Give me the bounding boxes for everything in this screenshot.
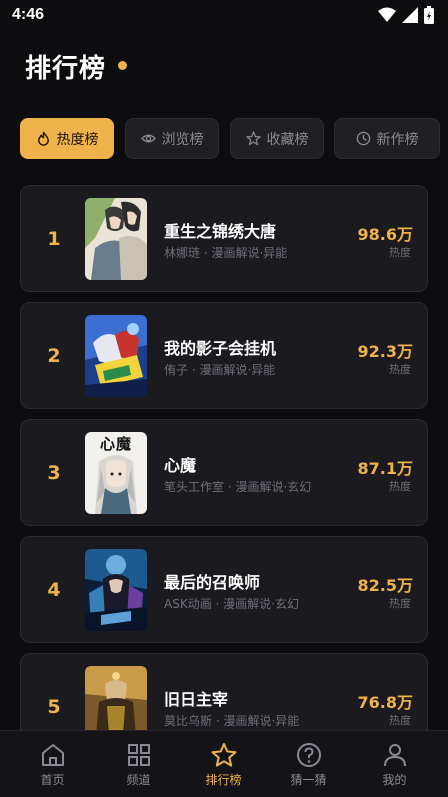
star-icon [245,131,261,146]
comic-meta: 林娜琏 · 漫画解说·异能 [164,246,288,260]
tab-hot[interactable]: 热度榜 [20,118,114,159]
rank-number: 1 [47,228,61,250]
cover-image: 心魔 [85,432,147,514]
heat-value: 98.6万 [357,225,413,244]
comic-title: 最后的召唤师 [164,573,261,592]
comic-meta: ASK动画 · 漫画解说·玄幻 [164,597,299,611]
nav-label: 猜一猜 [290,772,327,787]
status-time: 4:46 [12,6,45,23]
tab-label: 新作榜 [376,131,419,148]
heat-value: 87.1万 [357,459,413,478]
tab-label: 热度榜 [56,131,99,148]
comic-title: 心魔 [164,456,197,475]
clock-icon [356,131,370,146]
rank-number: 5 [47,696,61,718]
bottom-navigation: 首页 频道 排行榜 猜一猜 我的 [0,730,448,797]
cover-image [85,549,147,631]
tab-label: 收藏榜 [266,131,309,148]
ranking-item[interactable]: 2 我的影子会挂机 侑子 · 漫画解说·异能 92.3万 热度 [20,302,428,409]
home-icon [41,743,64,766]
ranking-item[interactable]: 4 最后的召唤师 ASK动画 · 漫画解说·玄幻 82.5万 热度 [20,536,428,643]
rank-number: 4 [47,579,61,601]
tab-label: 浏览榜 [161,131,204,148]
tab-favorites[interactable]: 收藏榜 [230,118,324,159]
heat-value: 76.8万 [357,693,413,712]
nav-label: 我的 [382,772,407,787]
comic-meta: 侑子 · 漫画解说·异能 [164,363,276,377]
question-icon [296,742,321,767]
page-title: 排行榜 [25,54,107,84]
user-icon [383,743,406,766]
nav-home[interactable]: 首页 [8,731,97,797]
tab-views[interactable]: 浏览榜 [125,118,219,159]
nav-mine[interactable]: 我的 [350,731,439,797]
nav-label: 首页 [40,772,65,787]
nav-label: 频道 [126,772,151,787]
heat-label: 热度 [389,597,411,610]
cover-title-text: 心魔 [99,435,132,453]
ranking-item[interactable]: 3 心魔 心魔 笔头工作室 · 漫画解说·玄幻 87.1万 热度 [20,419,428,526]
cover-image [85,315,147,397]
heat-value: 92.3万 [357,342,413,361]
heat-label: 热度 [389,363,411,376]
comic-meta: 笔头工作室 · 漫画解说·玄幻 [164,480,312,494]
nav-ranking[interactable]: 排行榜 [179,731,268,797]
heat-value: 82.5万 [357,576,413,595]
comic-meta: 莫比乌斯 · 漫画解说·异能 [164,714,300,728]
rank-number: 2 [47,345,61,367]
title-accent-dot [118,61,127,70]
wifi-icon [378,7,396,22]
heat-label: 热度 [389,480,411,493]
grid-icon [127,743,150,766]
rank-number: 3 [47,462,61,484]
nav-channel[interactable]: 频道 [94,731,183,797]
heat-label: 热度 [389,246,411,259]
ranking-tabs: 热度榜 浏览榜 收藏榜 新作榜 [20,118,440,159]
heat-label: 热度 [389,714,411,727]
nav-guess[interactable]: 猜一猜 [264,731,353,797]
signal-icon [402,7,418,23]
status-bar: 4:46 [0,0,448,32]
comic-title: 旧日主宰 [164,690,229,709]
flame-icon [37,131,49,146]
nav-label: 排行榜 [205,772,242,787]
star-icon [211,742,236,767]
eye-icon [140,134,156,143]
comic-title: 我的影子会挂机 [164,339,277,358]
tab-new[interactable]: 新作榜 [334,118,440,159]
cover-image [85,198,147,280]
ranking-item[interactable]: 1 重生之锦绣大唐 林娜琏 · 漫画解说·异能 98.6万 热度 [20,185,428,292]
system-icons [378,6,434,24]
battery-icon [424,6,434,24]
comic-title: 重生之锦绣大唐 [164,222,277,241]
